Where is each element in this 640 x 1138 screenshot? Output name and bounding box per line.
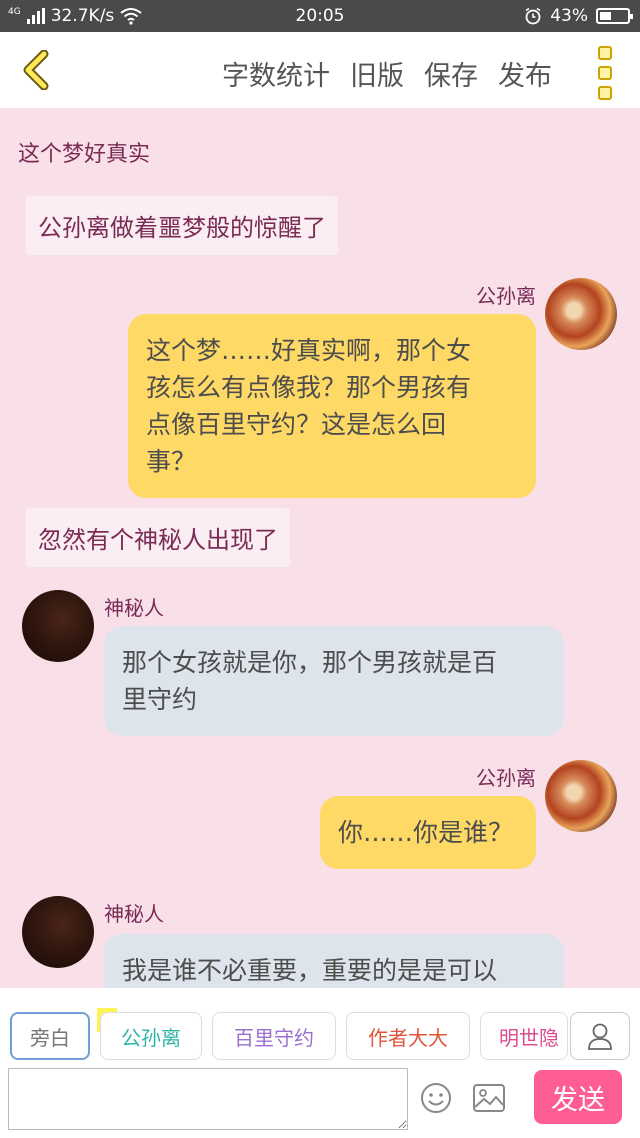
input-bar: 发送	[0, 1062, 640, 1138]
speaker-name: 神秘人	[104, 596, 164, 620]
message-line: 你……你是谁？	[338, 818, 514, 847]
more-menu-icon[interactable]	[598, 46, 614, 100]
role-label: 作者大大	[368, 1025, 448, 1050]
mystery-avatar[interactable]	[22, 590, 94, 662]
message-line: 我是谁不必重要，重要的是是可以	[122, 956, 498, 985]
send-button[interactable]: 发送	[534, 1070, 622, 1124]
role-label: 百里守约	[234, 1025, 314, 1050]
message-bubble[interactable]: 那个女孩就是你，那个男孩就是百 里守约	[104, 626, 564, 736]
role-mingshiyin[interactable]: 明世隐	[480, 1012, 568, 1060]
save-button[interactable]: 保存	[424, 54, 478, 93]
role-narration[interactable]: 旁白	[10, 1012, 90, 1060]
status-right: 43%	[524, 6, 633, 26]
message-line: 这个梦……好真实啊，那个女	[146, 336, 472, 365]
message-input[interactable]	[8, 1068, 408, 1130]
role-gongsunli[interactable]: 公孙离	[100, 1012, 202, 1060]
message-line: 事？	[146, 447, 197, 476]
publish-button[interactable]: 发布	[498, 54, 552, 93]
role-label: 公孙离	[121, 1025, 181, 1050]
image-icon[interactable]	[472, 1083, 506, 1113]
role-author[interactable]: 作者大大	[346, 1012, 470, 1060]
role-label: 明世隐	[499, 1025, 559, 1050]
header-actions: 字数统计 旧版 保存 发布	[222, 54, 552, 93]
role-label: 旁白	[30, 1025, 70, 1050]
gongsunli-avatar[interactable]	[545, 278, 617, 350]
message-bubble[interactable]: 我是谁不必重要，重要的是是可以	[104, 934, 564, 988]
message-line: 那个女孩就是你，那个男孩就是百	[122, 648, 498, 677]
narration-bubble[interactable]: 忽然有个神秘人出现了	[26, 508, 290, 567]
old-version-button[interactable]: 旧版	[350, 54, 404, 93]
message-line: 孩怎么有点像我？那个男孩有	[146, 373, 472, 402]
emoji-icon[interactable]	[420, 1082, 452, 1114]
speaker-name: 公孙离	[476, 284, 536, 308]
status-bar: 4G 32.7K/s 20:05 43%	[0, 0, 640, 32]
gongsunli-avatar[interactable]	[545, 760, 617, 832]
editor-header: 字数统计 旧版 保存 发布	[0, 32, 640, 108]
message-line: 点像百里守约？这是怎么回	[146, 410, 447, 439]
message-line: 里守约	[122, 685, 198, 714]
speaker-name: 公孙离	[476, 766, 536, 790]
battery-icon	[596, 8, 633, 24]
message-bubble[interactable]: 这个梦……好真实啊，那个女 孩怎么有点像我？那个男孩有 点像百里守约？这是怎么回…	[128, 314, 536, 498]
back-arrow-icon[interactable]	[18, 50, 58, 90]
user-icon	[588, 1023, 612, 1050]
role-bailishouyue[interactable]: 百里守约	[212, 1012, 336, 1060]
word-count-button[interactable]: 字数统计	[222, 54, 330, 93]
narration-bubble[interactable]: 公孙离做着噩梦般的惊醒了	[26, 196, 338, 255]
add-role-button[interactable]	[570, 1012, 630, 1060]
alarm-icon	[525, 7, 541, 25]
chat-title-line: 这个梦好真实	[18, 142, 151, 167]
mystery-avatar[interactable]	[22, 896, 94, 968]
message-bubble[interactable]: 你……你是谁？	[320, 796, 536, 869]
role-selector: 旁白 主 公孙离 百里守约 作者大大 明世隐	[0, 988, 640, 1062]
battery-percent: 43%	[550, 6, 588, 26]
chat-area[interactable]: 这个梦好真实 公孙离做着噩梦般的惊醒了 公孙离 这个梦……好真实啊，那个女 孩怎…	[0, 108, 640, 988]
speaker-name: 神秘人	[104, 902, 164, 926]
